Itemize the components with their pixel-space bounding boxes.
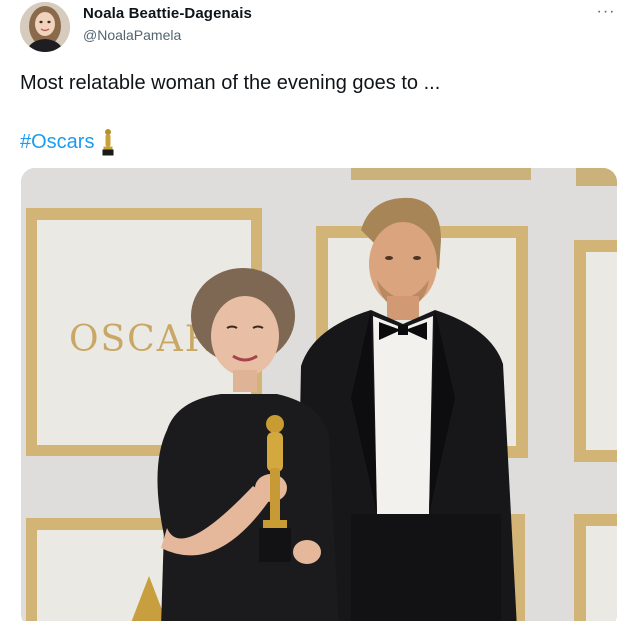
hashtag-link[interactable]: #Oscars [20,129,94,155]
oscar-trophy-icon [102,128,114,156]
avatar-image [20,2,70,52]
hashtag-line: #Oscars [20,128,114,156]
more-options-button[interactable]: ··· [592,3,620,21]
avatar[interactable] [20,2,70,52]
author-display-name[interactable]: Noala Beattie-Dagenais [83,4,252,24]
author-handle[interactable]: @NoalaPamela [83,26,252,45]
author-block[interactable]: Noala Beattie-Dagenais @NoalaPamela [83,4,252,45]
tweet-text: Most relatable woman of the evening goes… [20,72,441,94]
tweet-photo[interactable]: OSCAR [21,168,617,621]
photo-scene: OSCAR [21,168,617,621]
tweet-card: Noala Beattie-Dagenais @NoalaPamela ··· … [0,0,640,621]
more-options-icon: ··· [596,3,616,20]
